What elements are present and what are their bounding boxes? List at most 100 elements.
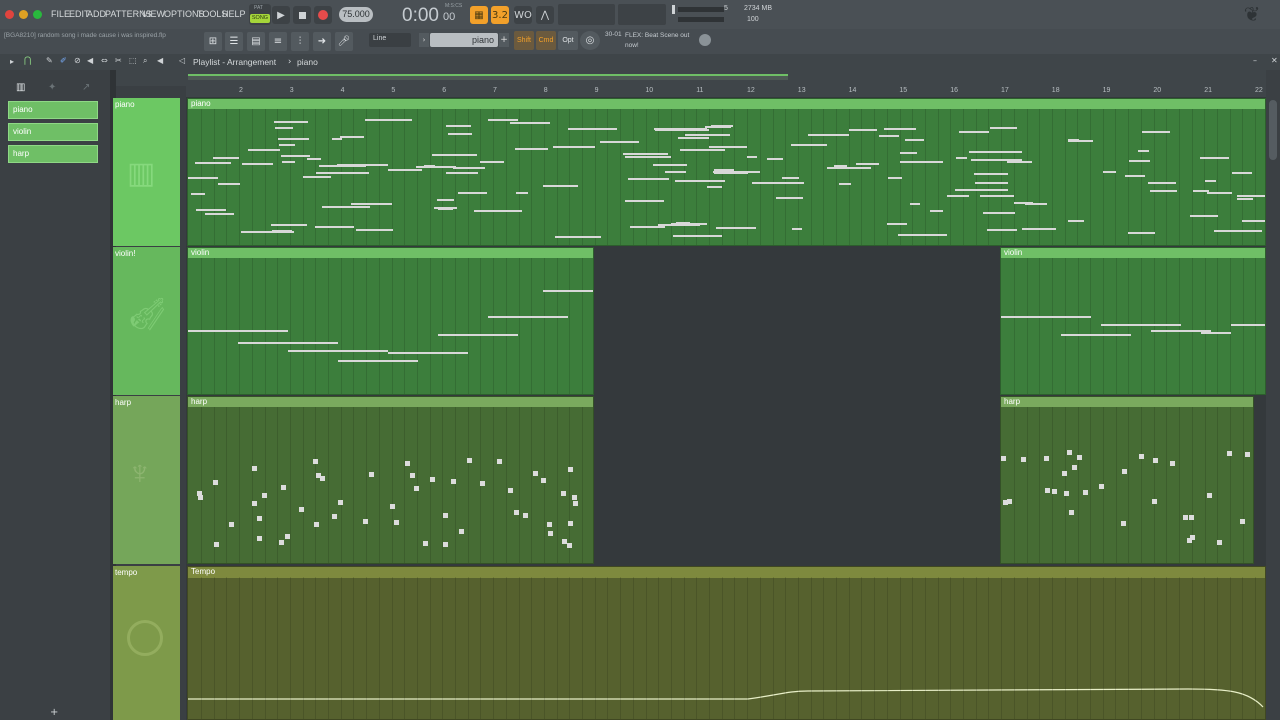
slice-icon[interactable]: ✂	[115, 56, 122, 65]
playlist-separator: ›	[288, 57, 292, 67]
plus-icon: +	[500, 35, 508, 45]
pattern-item-piano[interactable]: piano	[8, 101, 98, 119]
pat-label: PAT	[254, 5, 263, 11]
ruler-bar-12: 12	[747, 87, 755, 94]
record-icon	[318, 10, 328, 20]
playback-icon[interactable]: ◀	[157, 56, 163, 65]
clip-violin-1[interactable]: violin	[187, 247, 594, 395]
playlist-button[interactable]: ☰	[225, 32, 243, 51]
clip-label-piano: piano	[188, 99, 1265, 109]
playlist-titlebar: ▸ ⋂ ✎ ✐ ⊘ ◀ ⇔ ✂ ⬚ ⌕ ◀ ◁ Playlist - Arran…	[0, 54, 1280, 70]
minimize-window-icon[interactable]	[19, 10, 28, 19]
stop-button[interactable]	[293, 6, 311, 24]
channel-rack-button[interactable]: ≡	[269, 32, 287, 51]
countdown-button[interactable]: 3.2	[491, 6, 509, 24]
ruler-bar-10: 10	[645, 87, 654, 94]
pattern-picker	[0, 70, 112, 720]
paint-icon[interactable]: ✐	[60, 56, 67, 65]
ruler-bar-15: 15	[899, 87, 908, 94]
clip-violin-2[interactable]: violin	[1000, 247, 1266, 395]
pattern-picker-header: ▥ ✦ ↗	[8, 82, 108, 96]
browser-button[interactable]: ➜	[313, 32, 331, 51]
ruler-bar-19: 19	[1102, 87, 1111, 94]
clock-icon	[127, 620, 163, 656]
ruler-bar-14: 14	[848, 87, 857, 94]
close-panel-icon[interactable]: ✕	[1271, 56, 1278, 65]
track-name-tempo: tempo	[115, 568, 138, 577]
automation-small-icon[interactable]: ✦	[48, 82, 56, 93]
news-text[interactable]: FLEX: Beat Scene out now!	[625, 31, 697, 51]
add-pattern-button[interactable]: +	[499, 33, 509, 47]
delete-icon[interactable]: ⊘	[74, 56, 81, 65]
zoom-icon[interactable]: ⌕	[143, 56, 147, 66]
time-display[interactable]: 0:00 00 M:S:CS	[384, 2, 464, 28]
ruler-bar-9: 9	[594, 87, 599, 94]
harp-icon: ♆	[127, 454, 153, 492]
select-icon[interactable]: ⬚	[129, 56, 137, 65]
mixer-icon: ⫶	[298, 36, 302, 47]
metronome-button[interactable]: ⋀	[536, 6, 554, 24]
record-button[interactable]	[314, 6, 332, 24]
typing-keyboard-button[interactable]: ▦	[470, 6, 488, 24]
vertical-scrollbar[interactable]	[1266, 70, 1280, 720]
piano-roll-small-icon[interactable]: ▥	[16, 82, 25, 93]
pat-song-toggle[interactable]: PAT SONG	[249, 4, 271, 25]
maximize-window-icon[interactable]	[33, 10, 42, 19]
fl-logo-icon[interactable]: ❦	[1232, 2, 1272, 28]
track-name-harp: harp	[115, 398, 132, 407]
menu-help[interactable]: HELP	[222, 9, 246, 19]
clip-label-violin-1: violin	[188, 248, 593, 258]
slip-icon[interactable]: ⇔	[101, 56, 108, 65]
ruler-bar-18: 18	[1051, 87, 1060, 94]
snap-button[interactable]: ⊞	[204, 32, 222, 51]
mic-button[interactable]: 🎤︎	[335, 32, 353, 51]
cmd-button[interactable]: Cmd	[536, 31, 556, 50]
shift-button[interactable]: Shift	[514, 31, 534, 50]
magnet-icon[interactable]: ⋂	[24, 56, 31, 66]
tempo-display[interactable]: 75.000	[339, 7, 373, 22]
clip-harp-2[interactable]: harp	[1000, 396, 1254, 564]
piano-roll-button[interactable]: ▤	[247, 32, 265, 51]
piano-roll-icon: ▤	[251, 36, 261, 47]
top-toolbar: FILE EDIT ADD PATTERNS VIEW OPTIONS TOOL…	[0, 0, 1280, 29]
menu-file[interactable]: FILE	[51, 9, 70, 19]
close-window-icon[interactable]	[5, 10, 14, 19]
clip-piano[interactable]: piano	[187, 98, 1266, 246]
wait-for-input-button[interactable]: WO	[514, 6, 532, 24]
pattern-item-harp[interactable]: harp	[8, 145, 98, 163]
audio-small-icon[interactable]: ↗	[82, 82, 90, 93]
track-header-tempo[interactable]: tempo	[113, 566, 180, 720]
mute-icon[interactable]: ◀	[87, 56, 93, 65]
pattern-prev-button[interactable]: ›	[419, 33, 429, 47]
opt-button[interactable]: Opt	[558, 31, 578, 50]
minimize-panel-icon[interactable]: –	[1253, 56, 1257, 65]
ruler-bar-2: 2	[239, 87, 243, 94]
pencil-icon[interactable]: ✎	[46, 56, 53, 65]
piano-icon: ▥	[127, 157, 156, 190]
track-header-violin[interactable]: violin! 🎻︎	[113, 247, 180, 395]
play-button[interactable]: ▶	[272, 6, 290, 24]
arrow-right-small-icon[interactable]: ▸	[10, 57, 14, 66]
ruler-bar-13: 13	[797, 87, 806, 94]
pattern-item-violin[interactable]: violin	[8, 123, 98, 141]
add-track-icon[interactable]: +	[50, 707, 58, 718]
menu-add[interactable]: ADD	[87, 9, 106, 19]
tempo-automation-curve[interactable]	[188, 567, 1266, 720]
track-header-piano[interactable]: piano ▥	[113, 98, 180, 246]
snap-select[interactable]: Line	[369, 33, 411, 47]
news-settings-icon[interactable]	[699, 34, 711, 46]
clip-tempo[interactable]: Tempo	[187, 566, 1266, 720]
ruler-bar-11: 11	[696, 87, 704, 94]
ruler-bar-8: 8	[543, 87, 548, 94]
clip-harp-1[interactable]: harp	[187, 396, 594, 564]
keyboard-icon: ▦	[474, 9, 484, 21]
track-header-harp[interactable]: harp ♆	[113, 396, 180, 564]
speaker-icon: ◁	[179, 56, 186, 65]
online-news-button[interactable]: ◎	[580, 31, 600, 50]
menu-view[interactable]: VIEW	[142, 9, 165, 19]
timeline-ruler[interactable]: 2 3 4 5 6 7 8 9 10 11 12 13 14 15 16 17 18 19 20 21 22	[186, 86, 1266, 97]
ruler-bar-5: 5	[391, 87, 396, 94]
pattern-selector[interactable]: piano	[430, 33, 498, 47]
ruler-bar-17: 17	[1001, 87, 1009, 94]
mixer-button[interactable]: ⫶	[291, 32, 309, 51]
